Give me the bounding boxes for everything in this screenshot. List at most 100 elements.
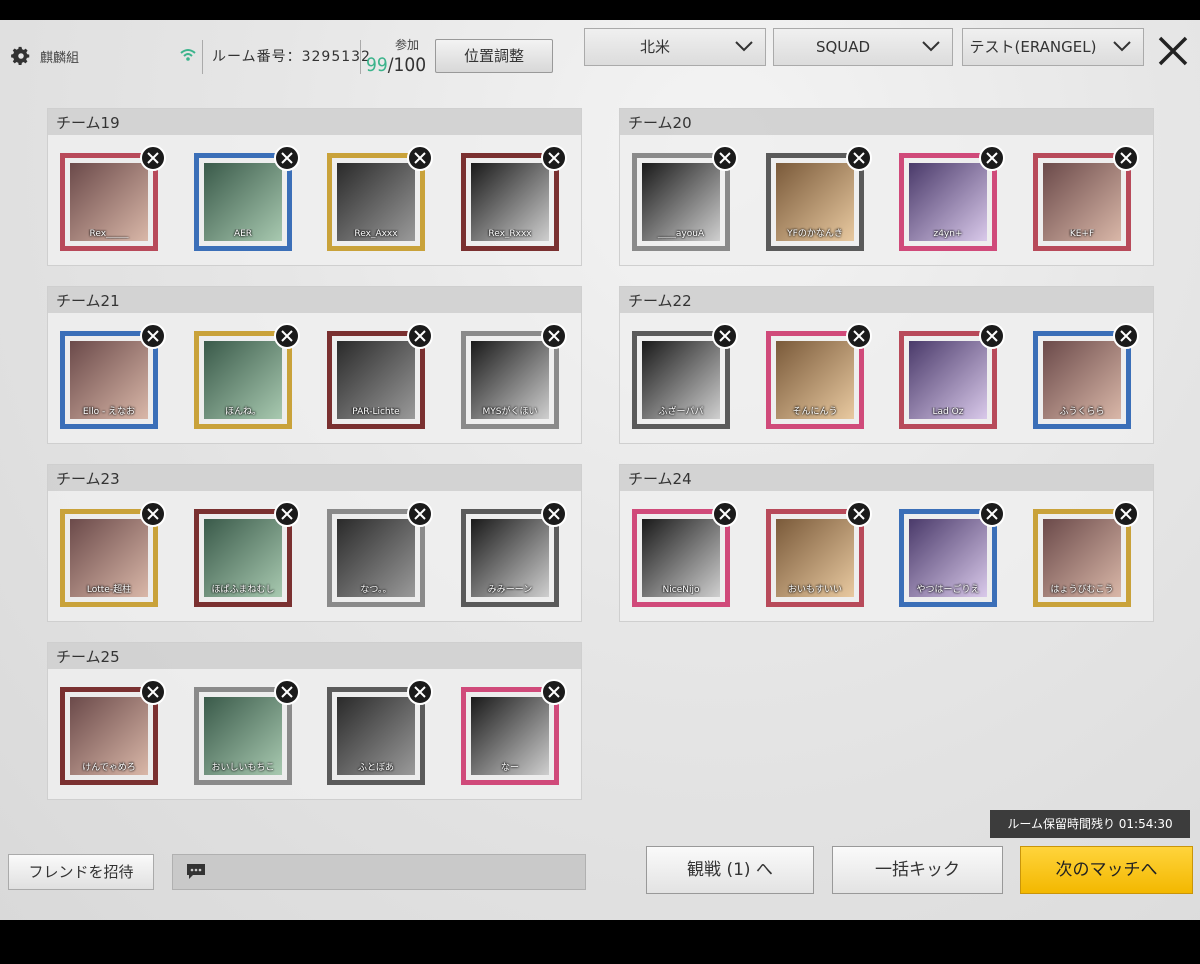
player-name: KE+F [1069,229,1095,239]
kick-player-button[interactable] [140,679,166,705]
kick-player-button[interactable] [541,323,567,349]
avatar-frame: MYSがくほい [461,331,559,429]
player-slot[interactable]: z4yn+ [893,145,1005,263]
player-slot[interactable]: Rex_Rxxx [455,145,567,263]
chat-input[interactable] [172,854,586,890]
player-slot[interactable]: ほんね。 [188,323,300,441]
player-slot[interactable]: KE+F [1027,145,1139,263]
kick-player-button[interactable] [846,145,872,171]
avatar-frame: おいもすいい [766,509,864,607]
kick-player-button[interactable] [541,501,567,527]
player-slot[interactable]: AER [188,145,300,263]
kick-player-button[interactable] [274,323,300,349]
player-name: Ello - えなお [82,407,136,417]
player-slot[interactable]: ふうくらら [1027,323,1139,441]
avatar: そんにんう [776,341,854,419]
mode-dropdown[interactable]: SQUAD [773,28,953,66]
player-slot[interactable]: そんにんう [760,323,872,441]
kick-player-button[interactable] [407,145,433,171]
player-name: MYSがくほい [482,407,538,417]
kick-all-button[interactable]: 一括キック [832,846,1003,894]
player-slot[interactable]: YFのかなんき [760,145,872,263]
kick-player-button[interactable] [407,679,433,705]
avatar: KE+F [1043,163,1121,241]
kick-player-button[interactable] [140,501,166,527]
invite-friends-button[interactable]: フレンドを招待 [8,854,154,890]
kick-player-button[interactable] [140,145,166,171]
kick-player-button[interactable] [541,679,567,705]
close-icon [281,330,293,342]
player-slot[interactable]: Rex_____ [54,145,166,263]
avatar-frame: KE+F [1033,153,1131,251]
kick-player-button[interactable] [274,501,300,527]
kick-player-button[interactable] [979,145,1005,171]
player-slot[interactable]: Ello - えなお [54,323,166,441]
player-slot[interactable]: なー [455,679,567,797]
kick-player-button[interactable] [1113,501,1139,527]
kick-player-button[interactable] [846,501,872,527]
kick-player-button[interactable] [712,323,738,349]
player-slot[interactable]: やつはーごりえ [893,501,1005,619]
avatar: みみーーン [471,519,549,597]
kick-player-button[interactable] [274,679,300,705]
kick-player-button[interactable] [274,145,300,171]
next-match-button[interactable]: 次のマッチへ [1020,846,1193,894]
avatar-frame: NiceNijo [632,509,730,607]
avatar-frame: PAR-Lichte [327,331,425,429]
kick-player-button[interactable] [407,501,433,527]
avatar-frame: ____ayouA [632,153,730,251]
kick-player-button[interactable] [541,145,567,171]
player-slot[interactable]: NiceNijo [626,501,738,619]
close-icon[interactable] [1150,28,1196,74]
team-title: チーム25 [56,648,120,666]
player-slot[interactable]: なつ。。 [321,501,433,619]
team-name: 麒麟組 [40,51,80,66]
avatar-frame: Ello - えなお [60,331,158,429]
player-slot[interactable]: MYSがくほい [455,323,567,441]
kick-player-button[interactable] [712,145,738,171]
avatar-frame: ふざーパパ [632,331,730,429]
team-title: チーム20 [628,114,692,132]
player-name: けんでゃめろ [82,763,136,773]
player-slot[interactable]: Lotte-超柱 [54,501,166,619]
close-icon [414,508,426,520]
team-panel: チーム19 Rex_____ AER Rex_Axxx Rex_Rxxx [47,108,582,266]
kick-player-button[interactable] [407,323,433,349]
player-name: Rex_____ [89,229,129,239]
player-slot[interactable]: Rex_Axxx [321,145,433,263]
player-slot[interactable]: ____ayouA [626,145,738,263]
player-slot[interactable]: おいしいもちこ [188,679,300,797]
room-timer: ルーム保留時間残り 01:54:30 [990,810,1190,838]
close-icon [1120,152,1132,164]
avatar: なつ。。 [337,519,415,597]
player-slot[interactable]: はょうびむこう [1027,501,1139,619]
player-slot[interactable]: みみーーン [455,501,567,619]
kick-player-button[interactable] [1113,145,1139,171]
close-icon [986,508,998,520]
avatar-frame: YFのかなんき [766,153,864,251]
player-slot[interactable]: Lad Oz [893,323,1005,441]
position-adjust-button[interactable]: 位置調整 [435,39,553,73]
kick-player-button[interactable] [846,323,872,349]
player-slot[interactable]: ほぱふまねむし [188,501,300,619]
avatar: MYSがくほい [471,341,549,419]
kick-player-button[interactable] [979,501,1005,527]
team-header: チーム25 [48,643,581,669]
player-slot[interactable]: PAR-Lichte [321,323,433,441]
kick-player-button[interactable] [1113,323,1139,349]
avatar: z4yn+ [909,163,987,241]
player-slot[interactable]: けんでゃめろ [54,679,166,797]
map-dropdown[interactable]: テスト(ERANGEL) [962,28,1144,66]
kick-player-button[interactable] [140,323,166,349]
spectate-button[interactable]: 観戦 (1) へ [646,846,814,894]
kick-player-button[interactable] [712,501,738,527]
player-slot[interactable]: おいもすいい [760,501,872,619]
kick-player-button[interactable] [979,323,1005,349]
player-slot[interactable]: ふざーパパ [626,323,738,441]
avatar: Lotte-超柱 [70,519,148,597]
avatar: なー [471,697,549,775]
player-slot[interactable]: ふとぼあ [321,679,433,797]
player-name: そんにんう [792,407,838,417]
region-dropdown[interactable]: 北米 [584,28,766,66]
gear-icon[interactable] [10,45,32,67]
